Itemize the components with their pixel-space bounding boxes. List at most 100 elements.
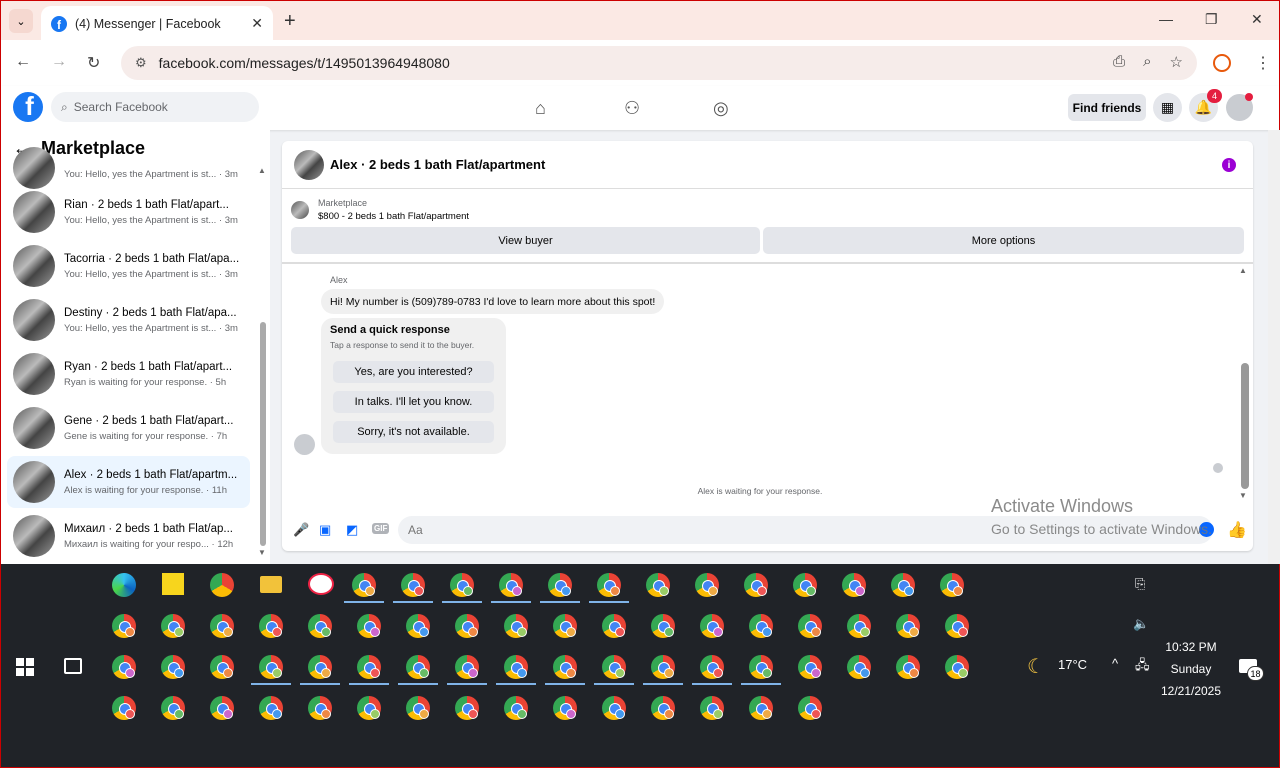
photo-icon[interactable]: ▣ [319,522,331,538]
tab-search-dropdown[interactable]: ⌄ [9,9,33,33]
menu-grid-icon[interactable]: ▦ [1153,93,1182,122]
conversation-preview: You: Hello, yes the Apartment is st... ·… [64,322,238,334]
weather-moon-icon[interactable]: ☾ [1027,654,1045,679]
conversation-item[interactable]: Rian · 2 beds 1 bath Flat/apart... You: H… [7,186,250,238]
profile-badge-icon [610,586,620,596]
sidebar-scrollbar[interactable] [260,322,266,546]
chat-avatar[interactable] [294,149,324,180]
quick-response-option[interactable]: Sorry, it's not available. [333,421,494,443]
reload-icon[interactable]: ↻ [87,53,100,73]
facebook-search-input[interactable]: ⌕ Search Facebook [51,92,259,122]
network-icon[interactable]: 🖧 [1135,656,1150,678]
sticky-notes-icon[interactable] [162,573,184,595]
profile-badge-icon [659,586,669,596]
conversation-avatar [13,461,55,503]
install-app-icon[interactable]: ⎙ [1113,53,1125,71]
url-text: facebook.com/messages/t/1495013964948080 [158,55,450,71]
forward-icon[interactable]: → [51,53,67,71]
chat-scrollbar[interactable] [1241,363,1249,489]
file-explorer-icon[interactable] [260,576,282,593]
profile-icon[interactable] [1213,54,1231,72]
gif-icon[interactable]: GIF [372,523,390,534]
tray-overflow-icon[interactable]: ^ [1112,656,1118,671]
address-bar-row: ← → ↻ ⚙ facebook.com/messages/t/14950139… [0,40,1280,86]
running-app-indicator [300,683,340,685]
more-options-button[interactable]: More options [763,227,1244,254]
scroll-down-arrow-icon[interactable]: ▼ [258,548,266,557]
conversation-item[interactable]: Destiny · 2 beds 1 bath Flat/apa... You: … [7,294,250,346]
message-sender-name: Alex [330,275,348,285]
restore-icon[interactable]: ❐ [1205,11,1218,28]
profile-badge-icon [713,709,723,719]
windows-start-icon[interactable] [16,658,34,676]
scroll-up-arrow-icon[interactable]: ▲ [1239,266,1247,275]
system-clock[interactable]: 10:32 PM Sunday 12/21/2025 [1151,636,1231,702]
conversation-item[interactable]: Tacorria · 2 beds 1 bath Flat/apa... You:… [7,240,250,292]
message-bubble[interactable]: Hi! My number is (509)789-0783 I'd love … [321,289,665,314]
snipping-tool-icon[interactable] [308,573,334,595]
zoom-icon[interactable]: ⌕ [1143,53,1151,71]
info-icon[interactable]: i [1222,158,1236,172]
chat-header: Alex · 2 beds 1 bath Flat/apartment i [282,141,1253,189]
profile-badge-icon [860,627,870,637]
conversation-item[interactable]: Ryan · 2 beds 1 bath Flat/apart... Ryan i… [7,348,250,400]
page-scrollbar[interactable] [1268,130,1280,564]
find-friends-button[interactable]: Find friends [1068,94,1146,121]
chrome-icon[interactable] [210,573,234,597]
profile-badge-icon [321,709,331,719]
conversation-item-active[interactable]: Alex · 2 beds 1 bath Flat/apartm... Alex … [7,456,250,508]
search-icon: ⌕ [61,99,68,114]
search-placeholder: Search Facebook [73,100,168,114]
profile-badge-icon [125,709,135,719]
back-icon[interactable]: ← [15,53,31,71]
home-icon[interactable]: ⌂ [535,98,546,119]
new-tab-icon[interactable]: + [284,10,296,33]
quick-response-option[interactable]: Yes, are you interested? [333,361,494,383]
profile-badge-icon [855,586,865,596]
listing-title: $800 - 2 beds 1 bath Flat/apartment [318,211,470,222]
temperature[interactable]: 17°C [1058,657,1087,672]
speaker-icon[interactable]: 🔈 [1133,616,1149,632]
view-buyer-button[interactable]: View buyer [291,227,760,254]
profile-badge-icon [174,709,184,719]
browser-menu-icon[interactable]: ⋮ [1255,53,1271,73]
profile-badge-icon [909,627,919,637]
conversation-preview: You: Hello, yes the Apartment is st... ·… [64,268,238,280]
conversation-item[interactable]: Gene · 2 beds 1 bath Flat/apart... Gene i… [7,402,250,454]
profile-badge-icon [757,586,767,596]
window-close-icon[interactable]: ✕ [1251,11,1263,28]
scroll-up-arrow-icon[interactable]: ▲ [258,166,266,175]
conversation-avatar [13,515,55,557]
conversation-item[interactable]: Михаил · 2 beds 1 bath Flat/ap... Михаил … [7,510,250,562]
site-settings-icon[interactable]: ⚙ [135,55,147,71]
task-view-icon[interactable] [64,658,82,674]
chevron-down-icon: ⌄ [16,15,26,28]
browser-tab[interactable]: f (4) Messenger | Facebook ✕ [41,6,273,41]
facebook-logo-icon[interactable]: f [13,92,43,122]
marketplace-sidebar: ← Marketplace You: Hello, yes the Apartm… [0,130,270,564]
conversation-name: Gene · 2 beds 1 bath Flat/apart... [64,414,234,427]
microphone-icon[interactable]: 🎤 [293,522,309,538]
conversation-avatar [13,191,55,233]
quick-response-option[interactable]: In talks. I'll let you know. [333,391,494,413]
minimize-icon[interactable]: — [1159,11,1173,27]
omnibox[interactable]: ⚙ facebook.com/messages/t/14950139649480… [121,46,1197,80]
bookmark-star-icon[interactable]: ☆ [1170,53,1183,71]
close-tab-icon[interactable]: ✕ [251,15,263,32]
groups-icon[interactable]: ◎ [713,98,729,119]
sticker-icon[interactable]: ◩ [346,522,358,538]
conversation-preview: Alex is waiting for your response. · 11h [64,484,227,496]
edge-browser-icon[interactable] [112,573,136,597]
profile-badge-icon [223,627,233,637]
profile-badge-icon [370,627,380,637]
running-app-indicator [594,683,634,685]
chat-title[interactable]: Alex · 2 beds 1 bath Flat/apartment [330,157,545,172]
friends-icon[interactable]: ⚇ [624,98,640,119]
like-thumb-icon[interactable]: 👍 [1227,520,1247,540]
profile-badge-icon [419,709,429,719]
conversation-name: Rian · 2 beds 1 bath Flat/apart... [64,198,229,211]
scroll-down-arrow-icon[interactable]: ▼ [1239,491,1247,500]
device-icon[interactable]: ⎘ [1135,576,1145,592]
profile-badge-icon [806,586,816,596]
running-app-indicator [349,683,389,685]
